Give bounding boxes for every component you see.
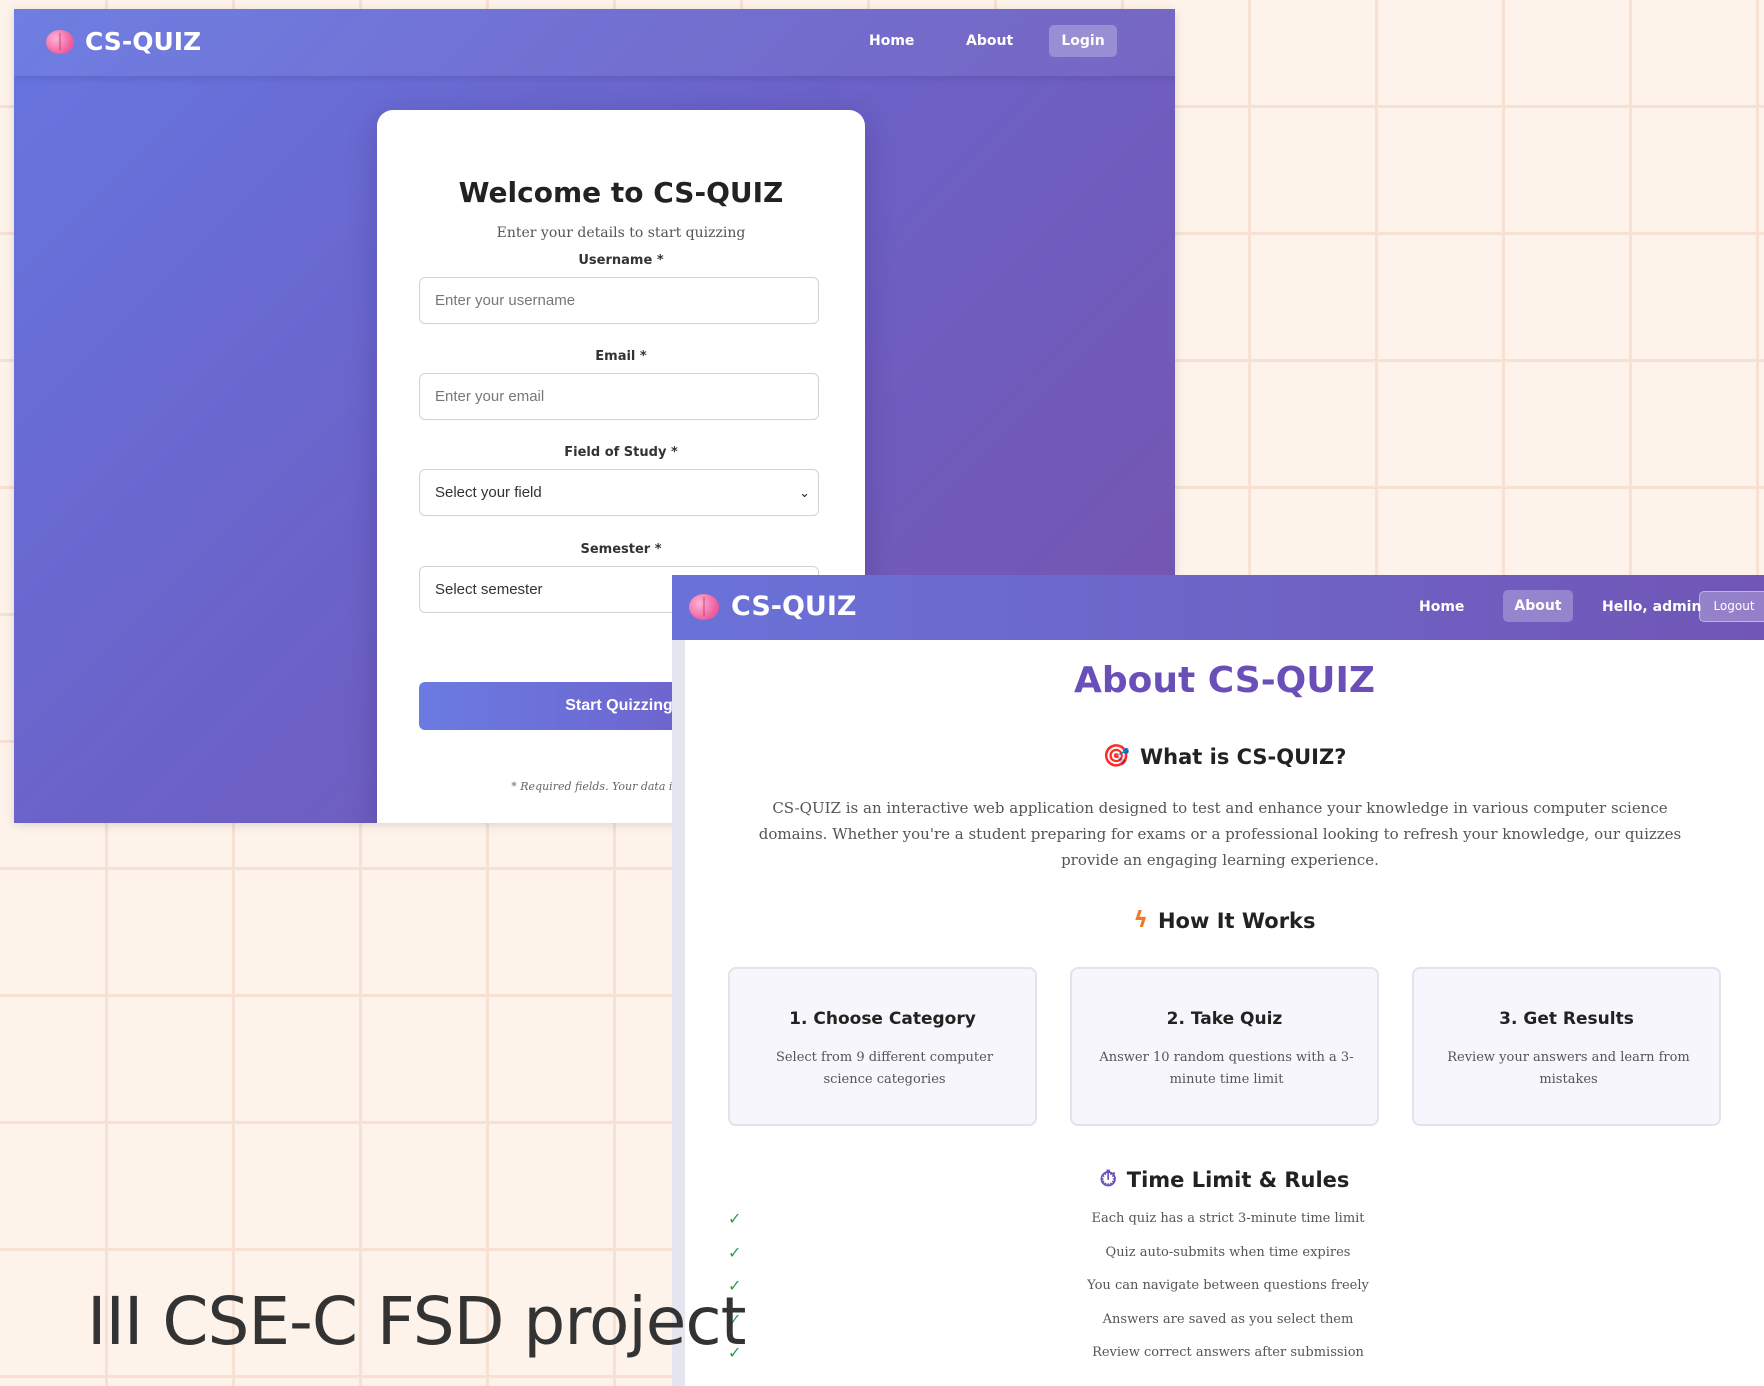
about-screenshot: CS-QUIZ Home About Hello, admin Logout A… — [672, 575, 1764, 1386]
logout-button[interactable]: Logout — [1699, 591, 1764, 622]
step-title: 1. Choose Category — [789, 1009, 976, 1029]
lightning-icon: ϟ — [1133, 908, 1148, 933]
user-greeting: Hello, admin — [1602, 599, 1702, 615]
rule-item: ✓ You can navigate between questions fre… — [728, 1276, 1728, 1298]
rules-heading-text: Time Limit & Rules — [1126, 1167, 1350, 1192]
username-input[interactable]: Enter your username — [419, 277, 819, 324]
brain-icon — [46, 29, 74, 54]
what-heading: 🎯 What is CS-QUIZ? — [685, 744, 1764, 769]
navbar: CS-QUIZ Home About Hello, admin Logout — [672, 575, 1764, 640]
login-title: Welcome to CS-QUIZ — [458, 176, 784, 209]
rule-text: Answers are saved as you select them — [1102, 1312, 1354, 1327]
how-heading-text: How It Works — [1157, 908, 1316, 933]
step-title: 3. Get Results — [1499, 1009, 1634, 1029]
field-of-study-label: Field of Study * — [564, 445, 678, 460]
semester-label: Semester * — [580, 542, 662, 557]
rule-item: ✓ Review correct answers after submissio… — [728, 1343, 1728, 1365]
stopwatch-icon: ⏱ — [1099, 1167, 1117, 1192]
brain-icon — [689, 593, 719, 620]
rule-item: ✓ Answers are saved as you select them — [728, 1310, 1728, 1332]
step-card: 3. Get Results Review your answers and l… — [1412, 967, 1721, 1126]
semester-value: Select semester — [435, 581, 543, 598]
rule-text: Review correct answers after submission — [1092, 1345, 1364, 1360]
navbar: CS-QUIZ Home About Login — [14, 9, 1175, 76]
email-label: Email * — [595, 349, 647, 364]
nav-login-button[interactable]: Login — [1049, 25, 1117, 57]
page-title: About CS-QUIZ — [1073, 660, 1376, 701]
rule-text: You can navigate between questions freel… — [1087, 1278, 1369, 1293]
rule-item: ✓ Quiz auto-submits when time expires — [728, 1243, 1728, 1265]
nav-home-link[interactable]: Home — [1419, 599, 1464, 615]
step-title: 2. Take Quiz — [1166, 1009, 1283, 1029]
target-icon: 🎯 — [1102, 744, 1130, 769]
rules-heading: ⏱ Time Limit & Rules — [685, 1167, 1764, 1192]
chevron-down-icon: ⌄ — [799, 484, 810, 500]
nav-home-link[interactable]: Home — [869, 33, 914, 49]
field-of-study-select[interactable]: Select your field ⌄ — [419, 469, 819, 516]
what-description: CS-QUIZ is an interactive web applicatio… — [758, 799, 1682, 869]
brand-name: CS-QUIZ — [85, 27, 202, 56]
field-of-study-value: Select your field — [435, 484, 542, 501]
login-subtitle: Enter your details to start quizzing — [496, 225, 746, 241]
what-heading-text: What is CS-QUIZ? — [1139, 744, 1347, 769]
step-description: Select from 9 different computer science… — [775, 1050, 994, 1087]
step-description: Review your answers and learn from mista… — [1447, 1050, 1690, 1087]
step-card: 2. Take Quiz Answer 10 random questions … — [1070, 967, 1379, 1126]
brand[interactable]: CS-QUIZ — [46, 27, 201, 56]
brand-name: CS-QUIZ — [731, 591, 857, 622]
step-card: 1. Choose Category Select from 9 differe… — [728, 967, 1037, 1126]
rule-text: Quiz auto-submits when time expires — [1105, 1245, 1351, 1260]
nav-about-button[interactable]: About — [1503, 590, 1573, 622]
email-input[interactable]: Enter your email — [419, 373, 819, 420]
rule-text: Each quiz has a strict 3-minute time lim… — [1091, 1211, 1365, 1226]
brand[interactable]: CS-QUIZ — [689, 591, 856, 622]
nav-about-link[interactable]: About — [966, 33, 1013, 49]
project-caption: III CSE-C FSD project — [87, 1283, 746, 1360]
username-label: Username * — [578, 253, 664, 268]
how-heading: ϟ How It Works — [685, 908, 1764, 933]
rule-item: ✓ Each quiz has a strict 3-minute time l… — [728, 1209, 1728, 1231]
step-description: Answer 10 random questions with a 3-minu… — [1099, 1050, 1354, 1087]
about-content: About CS-QUIZ 🎯 What is CS-QUIZ? CS-QUIZ… — [685, 640, 1764, 1386]
